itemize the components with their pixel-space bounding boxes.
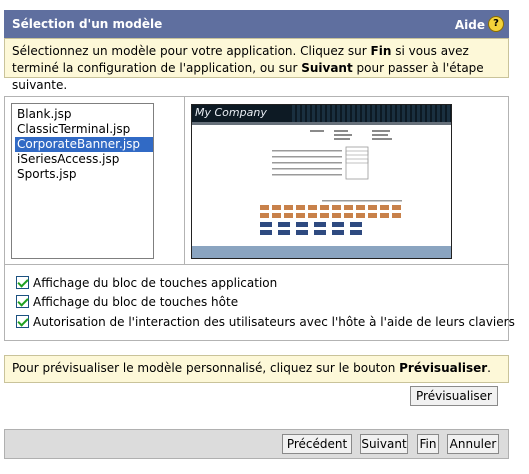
template-listbox[interactable]: Blank.jsp ClassicTerminal.jsp CorporateB…	[11, 103, 154, 259]
template-item-classicterminal[interactable]: ClassicTerminal.jsp	[15, 122, 132, 137]
checkbox-host-keypad[interactable]	[16, 295, 29, 308]
panel-divider	[184, 96, 185, 264]
checkbox-application-keypad[interactable]	[16, 276, 29, 289]
panel-divider-horizontal	[4, 264, 509, 265]
instructions-text-1: Sélectionnez un modèle pour votre applic…	[12, 44, 371, 58]
template-item-sports[interactable]: Sports.jsp	[15, 167, 78, 182]
checkbox-keyboard-interaction[interactable]	[16, 315, 29, 328]
option-application-keypad-label: Affichage du bloc de touches application	[33, 276, 278, 290]
template-item-iseriesaccess[interactable]: iSeriesAccess.jsp	[15, 152, 121, 167]
instructions-box: Sélectionnez un modèle pour votre applic…	[4, 38, 509, 92]
preview-text-2: .	[487, 361, 491, 375]
preview-banner-pattern	[292, 105, 451, 122]
wizard-header: Sélection d'un modèle Aide ?	[4, 10, 509, 38]
instructions-fin: Fin	[370, 44, 392, 58]
next-button[interactable]: Suivant	[360, 434, 408, 454]
cancel-button[interactable]: Annuler	[447, 434, 499, 454]
preview-company-name: My Company	[195, 106, 267, 119]
preview-text-bold: Prévisualiser	[399, 361, 488, 375]
help-icon[interactable]: ?	[488, 16, 504, 32]
preview-button[interactable]: Prévisualiser	[410, 386, 498, 406]
preview-banner: My Company	[192, 105, 451, 122]
preview-text-1: Pour prévisualiser le modèle personnalis…	[12, 361, 400, 375]
preview-screen-thumbnail	[260, 130, 402, 235]
template-item-corporatebanner[interactable]: CorporateBanner.jsp	[15, 137, 153, 152]
option-host-keypad-label: Affichage du bloc de touches hôte	[33, 295, 239, 309]
previous-button[interactable]: Précédent	[282, 434, 352, 454]
template-item-blank[interactable]: Blank.jsp	[15, 107, 74, 122]
finish-button[interactable]: Fin	[417, 434, 439, 454]
template-preview-image: My Company	[191, 104, 452, 259]
option-keyboard-interaction-label: Autorisation de l'interaction des utilis…	[33, 315, 515, 329]
preview-footer-bar	[192, 246, 451, 258]
instructions-suivant: Suivant	[301, 61, 353, 75]
page-title: Sélection d'un modèle	[12, 17, 163, 31]
preview-instructions: Pour prévisualiser le modèle personnalis…	[4, 355, 509, 383]
help-link[interactable]: Aide	[455, 18, 485, 32]
